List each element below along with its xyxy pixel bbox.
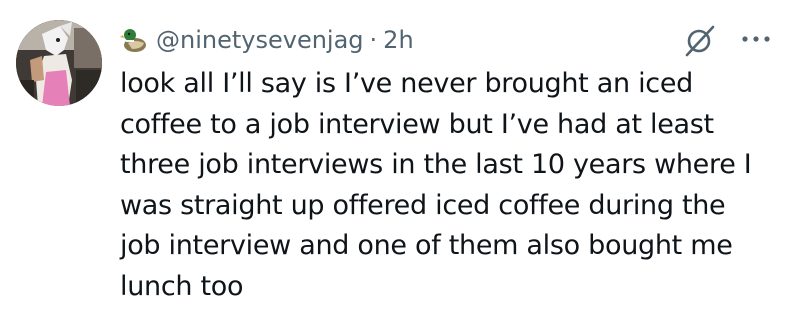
avatar[interactable] [16, 20, 102, 106]
post-timestamp[interactable]: 2h [383, 26, 413, 54]
duck-icon [120, 25, 150, 55]
header-separator: · [369, 26, 378, 54]
author-handle[interactable]: @ninetysevenjag [156, 26, 364, 54]
post-text: look all I’ll say is I’ve never brought … [120, 68, 752, 302]
avatar-image [16, 20, 102, 106]
post: @ninetysevenjag · 2h look all I’ll say i… [0, 0, 800, 327]
more-horizontal-icon[interactable] [738, 28, 774, 50]
filter-slash-icon[interactable] [682, 24, 716, 58]
post-header: @ninetysevenjag · 2h [120, 20, 414, 60]
